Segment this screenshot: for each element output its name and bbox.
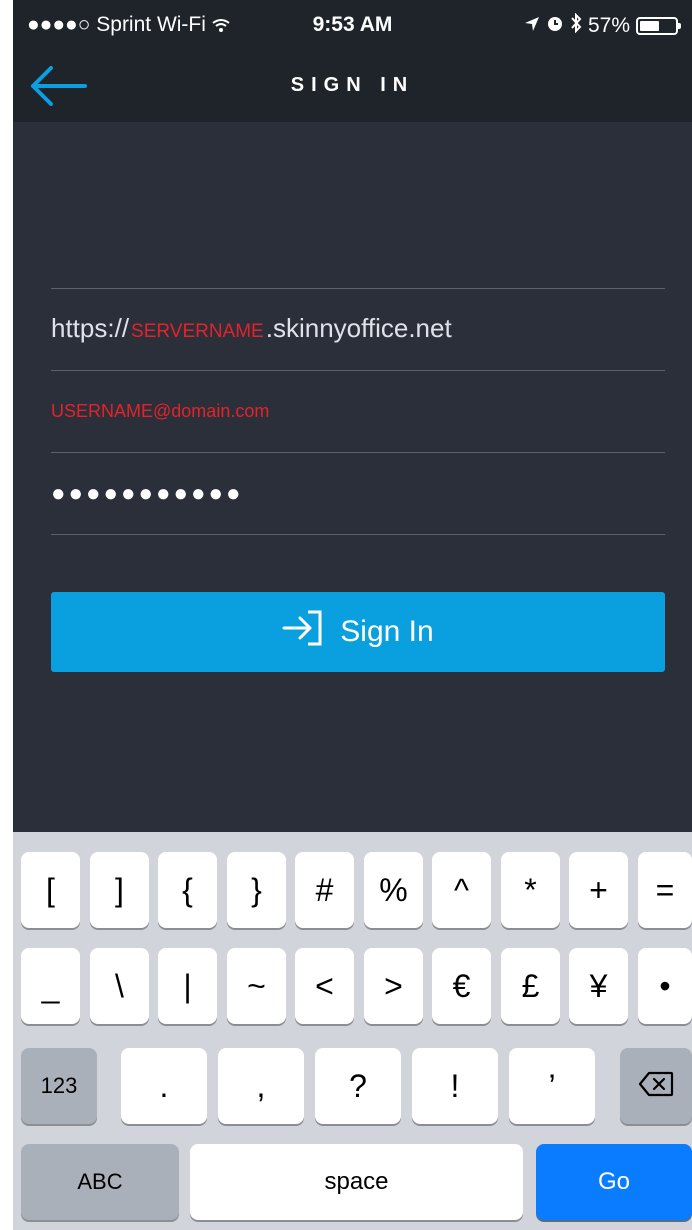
alarm-icon (546, 14, 564, 38)
sign-in-button[interactable]: Sign In (51, 592, 665, 672)
status-icons: 57% (524, 12, 681, 39)
key-yen[interactable]: ¥ (569, 948, 628, 1024)
server-name: SERVERNAME (131, 321, 264, 342)
bluetooth-icon (570, 12, 582, 39)
key-euro[interactable]: € (432, 948, 491, 1024)
key-tilde[interactable]: ~ (227, 948, 286, 1024)
key-asterisk[interactable]: * (501, 852, 560, 928)
key-bracket-open[interactable]: [ (21, 852, 80, 928)
password-field[interactable]: ●●●●●●●●●●● (51, 452, 665, 535)
key-plus[interactable]: + (569, 852, 628, 928)
key-underscore[interactable]: _ (21, 948, 80, 1024)
arrow-left-icon (27, 66, 87, 114)
space-key[interactable]: space (190, 1144, 523, 1220)
key-pound[interactable]: £ (501, 948, 560, 1024)
key-backslash[interactable]: \ (90, 948, 149, 1024)
key-comma[interactable]: , (218, 1048, 304, 1124)
key-caret[interactable]: ^ (432, 852, 491, 928)
sign-in-icon (282, 610, 326, 654)
server-prefix: https:// (51, 313, 130, 343)
key-period[interactable]: . (121, 1048, 207, 1124)
location-icon (524, 14, 540, 38)
nav-bar: SIGN IN (13, 52, 692, 122)
key-equals[interactable]: = (638, 852, 692, 928)
backspace-key[interactable] (620, 1048, 692, 1124)
key-pipe[interactable]: | (158, 948, 217, 1024)
backspace-icon (638, 1068, 674, 1105)
phone-screen: ●●●●○ Sprint Wi-Fi 9:53 AM 57% SIGN IN h… (13, 0, 692, 1230)
keyboard: [ ] { } # % ^ * + = _ \ | ~ < > € £ ¥ • … (13, 832, 692, 1230)
battery-icon (636, 17, 681, 35)
sign-in-form: https://SERVERNAME.skinnyoffice.net USER… (51, 288, 665, 535)
username-field[interactable]: USERNAME@domain.com (51, 370, 665, 452)
key-123[interactable]: 123 (21, 1048, 97, 1124)
status-bar: ●●●●○ Sprint Wi-Fi 9:53 AM 57% (13, 0, 692, 52)
key-question[interactable]: ? (315, 1048, 401, 1124)
key-less-than[interactable]: < (295, 948, 354, 1024)
server-url-field[interactable]: https://SERVERNAME.skinnyoffice.net (51, 288, 665, 370)
key-brace-open[interactable]: { (158, 852, 217, 928)
sign-in-label: Sign In (340, 615, 434, 648)
page-title: SIGN IN (290, 74, 415, 96)
key-greater-than[interactable]: > (364, 948, 423, 1024)
key-apostrophe[interactable]: ’ (509, 1048, 595, 1124)
go-key[interactable]: Go (536, 1144, 692, 1220)
server-suffix: .skinnyoffice.net (265, 313, 452, 343)
key-percent[interactable]: % (364, 852, 423, 928)
key-exclamation[interactable]: ! (412, 1048, 498, 1124)
password-value: ●●●●●●●●●●● (51, 480, 244, 507)
key-hash[interactable]: # (295, 852, 354, 928)
server-url-value: https://SERVERNAME.skinnyoffice.net (51, 313, 452, 344)
username-value: USERNAME@domain.com (51, 401, 270, 421)
key-bullet[interactable]: • (638, 948, 692, 1024)
key-abc[interactable]: ABC (21, 1144, 179, 1220)
key-brace-close[interactable]: } (227, 852, 286, 928)
battery-percent: 57% (587, 14, 630, 37)
key-bracket-close[interactable]: ] (90, 852, 149, 928)
